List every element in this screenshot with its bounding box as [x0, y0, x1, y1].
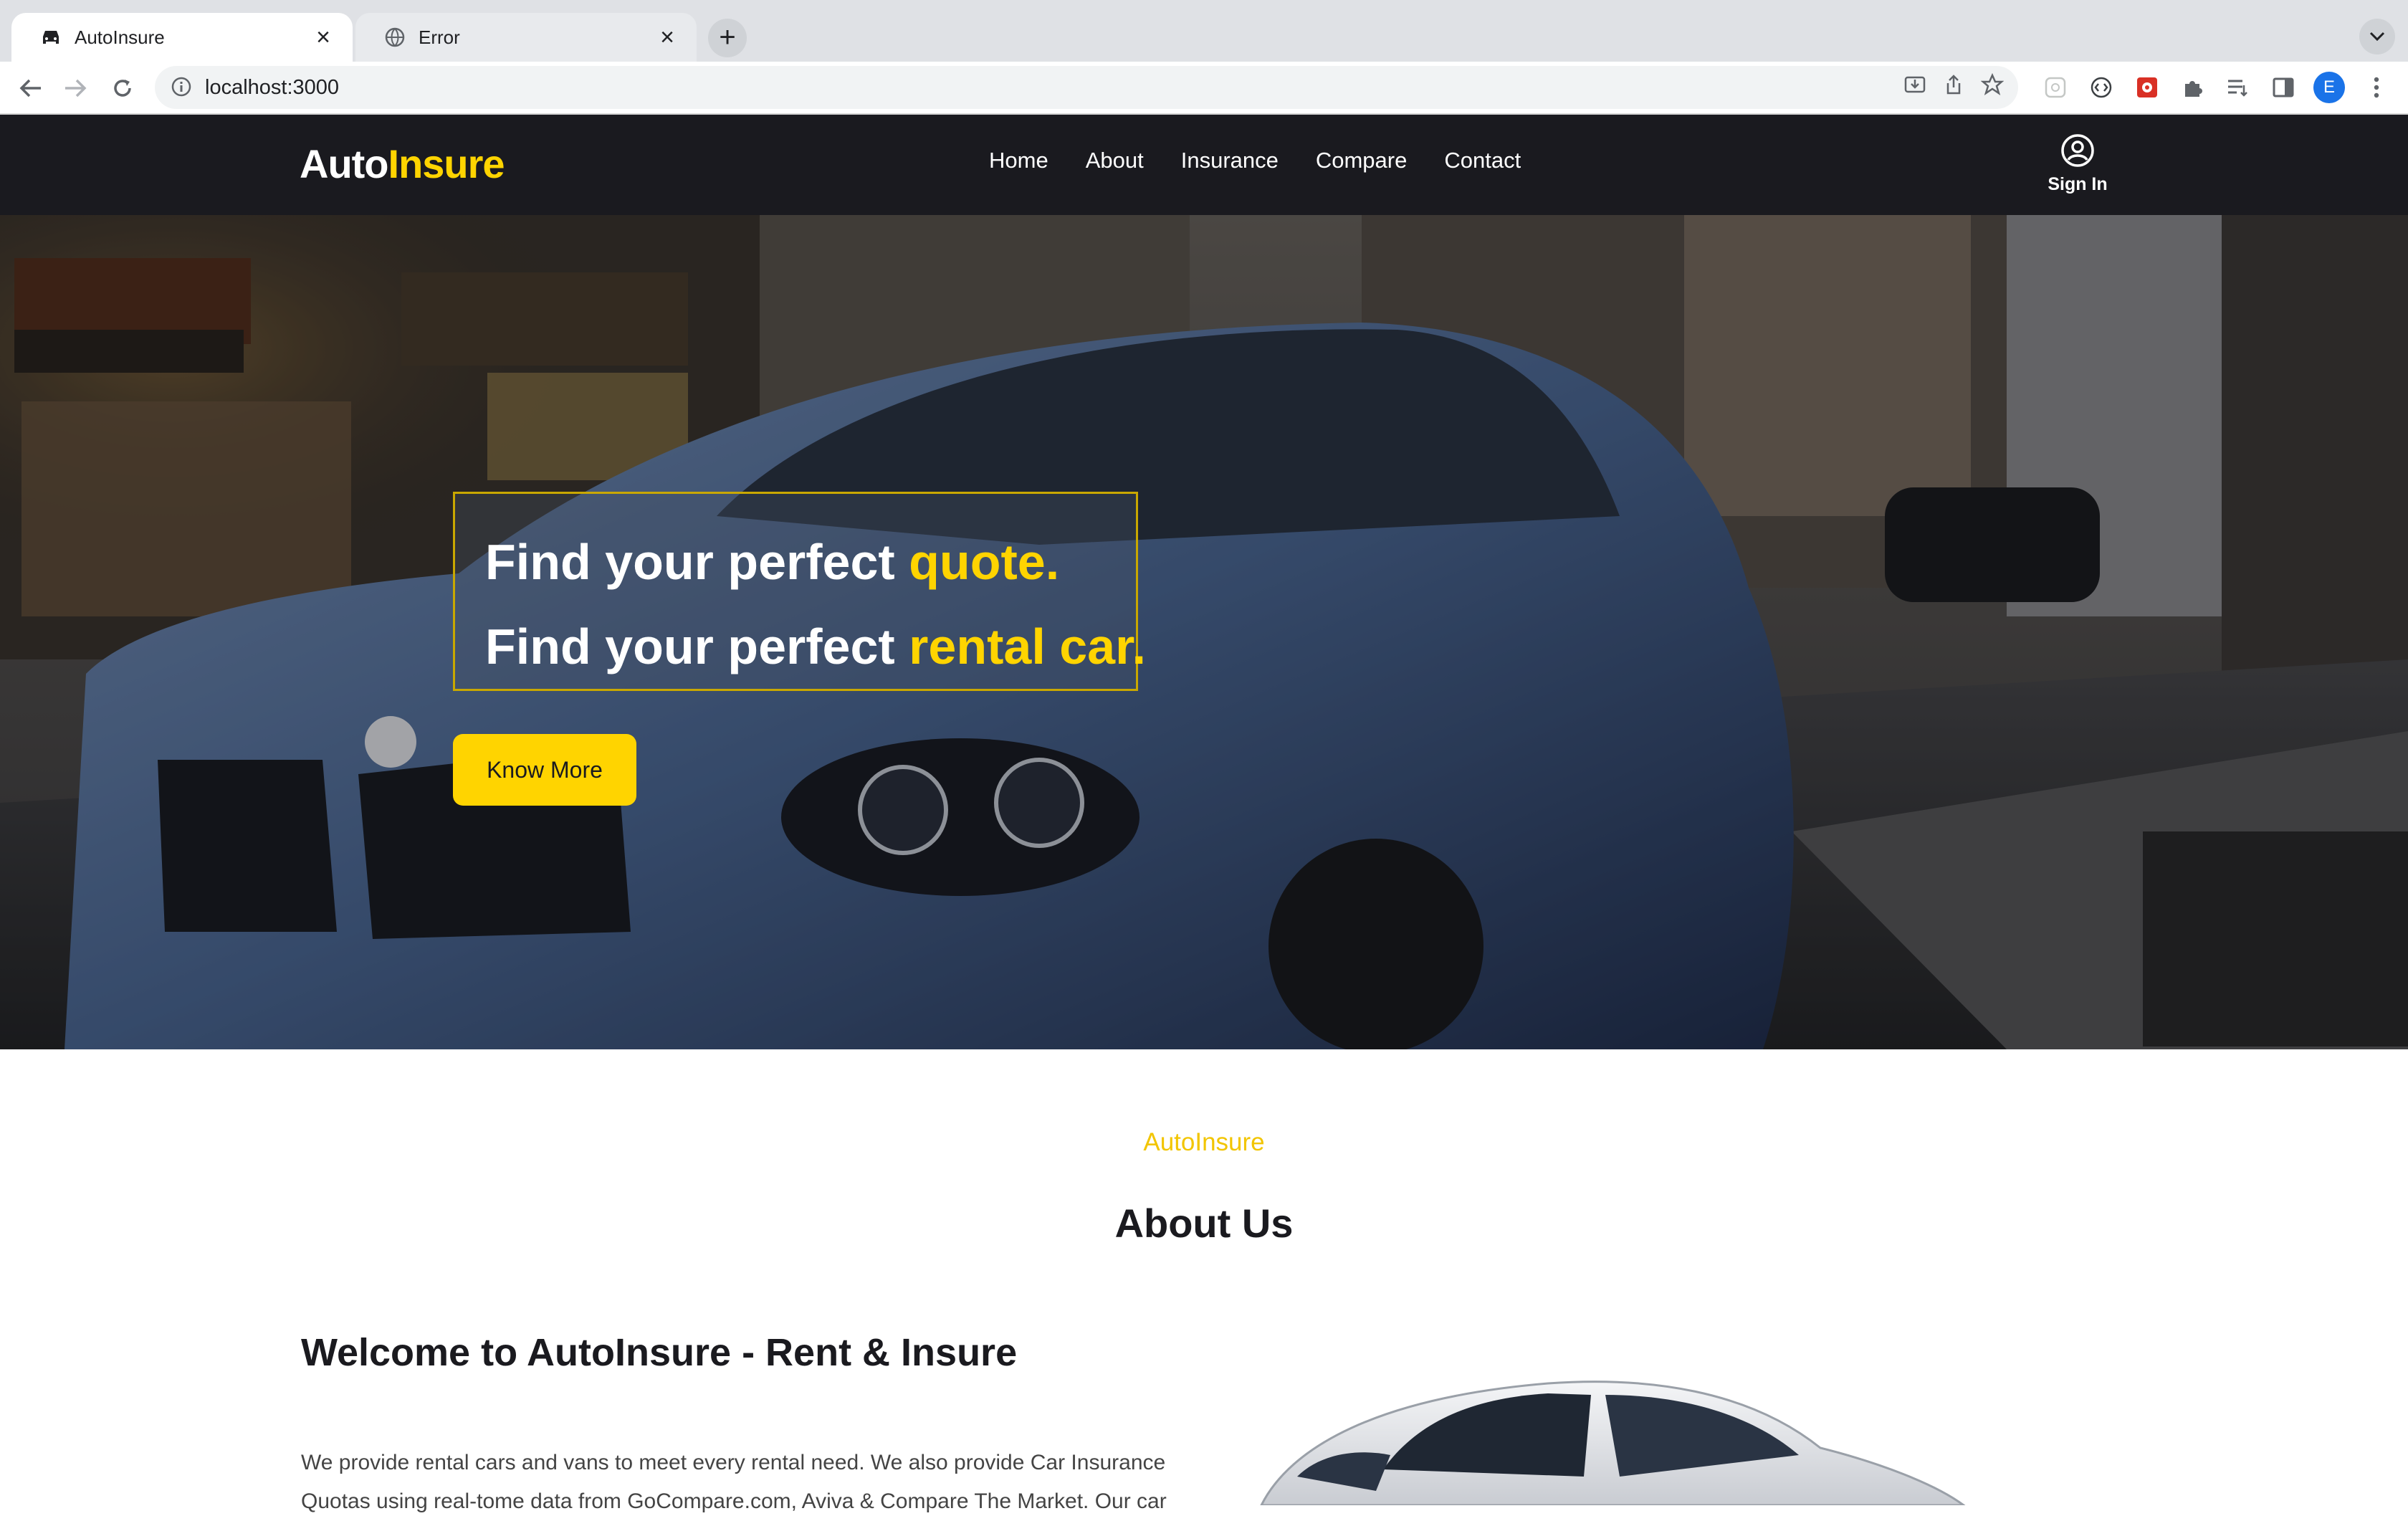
share-icon[interactable] — [1942, 73, 1965, 100]
reading-list-icon[interactable] — [2222, 72, 2253, 103]
reload-button[interactable] — [108, 73, 138, 103]
tab-title: Error — [419, 26, 460, 48]
extension-code-icon[interactable] — [2086, 72, 2117, 103]
arrow-right-icon — [65, 79, 87, 97]
about-title: About Us — [1114, 1201, 1294, 1246]
about-paragraph: We provide rental cars and vans to meet … — [301, 1451, 1167, 1513]
site-info-icon[interactable] — [171, 76, 192, 101]
hero-headline-line1: Find your perfect quote. — [485, 520, 1136, 604]
new-tab-button[interactable]: + — [708, 19, 747, 57]
browser-toolbar: localhost:3000 E — [0, 62, 2408, 115]
back-button[interactable] — [16, 73, 46, 103]
browser-tabstrip: AutoInsure × Error × + — [0, 0, 2408, 62]
sign-in-button[interactable]: Sign In — [2047, 133, 2108, 195]
nav-compare[interactable]: Compare — [1316, 148, 1408, 173]
nav-insurance[interactable]: Insurance — [1181, 148, 1279, 173]
site-header: AutoInsure Home About Insurance Compare … — [0, 115, 2408, 215]
arrow-left-icon — [19, 79, 41, 97]
hero-headline-line2: Find your perfect rental car. — [485, 604, 1146, 689]
nav-about[interactable]: About — [1086, 148, 1144, 173]
globe-icon — [384, 27, 406, 48]
tab-search-button[interactable] — [2359, 19, 2395, 54]
extension-screenshot-icon[interactable] — [2040, 72, 2071, 103]
hero-headline-box: Find your perfect quote. Find your perfe… — [453, 492, 1146, 691]
browser-menu-icon[interactable] — [2361, 72, 2392, 103]
side-panel-icon[interactable] — [2268, 72, 2299, 103]
browser-tab-inactive[interactable]: Error × — [355, 13, 697, 62]
reload-icon — [114, 80, 131, 97]
install-icon[interactable] — [1903, 73, 1926, 100]
hero-background-image — [0, 215, 2408, 1049]
headline-line2-accent: rental car. — [909, 619, 1146, 674]
about-kicker: AutoInsure — [1143, 1128, 1265, 1156]
hero-section: Find your perfect quote. Find your perfe… — [0, 215, 2408, 1049]
headline-line1-accent: quote. — [909, 534, 1060, 590]
headline-line1-text: Find your perfect — [485, 534, 909, 590]
extension-red-icon[interactable] — [2131, 72, 2163, 103]
tab-title: AutoInsure — [75, 26, 165, 48]
browser-tab-active[interactable]: AutoInsure × — [11, 13, 353, 62]
profile-avatar[interactable]: E — [2313, 72, 2345, 103]
headline-line2-text: Find your perfect — [485, 619, 909, 674]
know-more-button[interactable]: Know More — [453, 734, 636, 806]
url-text: localhost:3000 — [205, 75, 340, 99]
logo-part-auto: Auto — [300, 141, 389, 186]
nav-contact[interactable]: Contact — [1444, 148, 1521, 173]
welcome-heading: Welcome to AutoInsure - Rent & Insure — [301, 1331, 1018, 1374]
extensions-puzzle-icon[interactable] — [2177, 72, 2209, 103]
car-icon — [40, 27, 62, 48]
about-car-image — [1260, 1381, 1966, 1505]
logo-part-insure: Insure — [388, 141, 505, 186]
chevron-down-icon — [2369, 32, 2385, 42]
sign-in-label: Sign In — [2048, 174, 2108, 194]
site-logo[interactable]: AutoInsure — [300, 140, 505, 187]
close-tab-icon[interactable]: × — [655, 25, 679, 49]
close-tab-icon[interactable]: × — [311, 25, 335, 49]
forward-button[interactable] — [60, 73, 90, 103]
nav-home[interactable]: Home — [989, 148, 1048, 173]
main-nav: Home About Insurance Compare Contact — [989, 148, 1558, 173]
bookmark-star-icon[interactable] — [1980, 72, 2005, 100]
user-circle-icon — [2061, 134, 2094, 167]
address-bar[interactable]: localhost:3000 — [155, 66, 2018, 109]
